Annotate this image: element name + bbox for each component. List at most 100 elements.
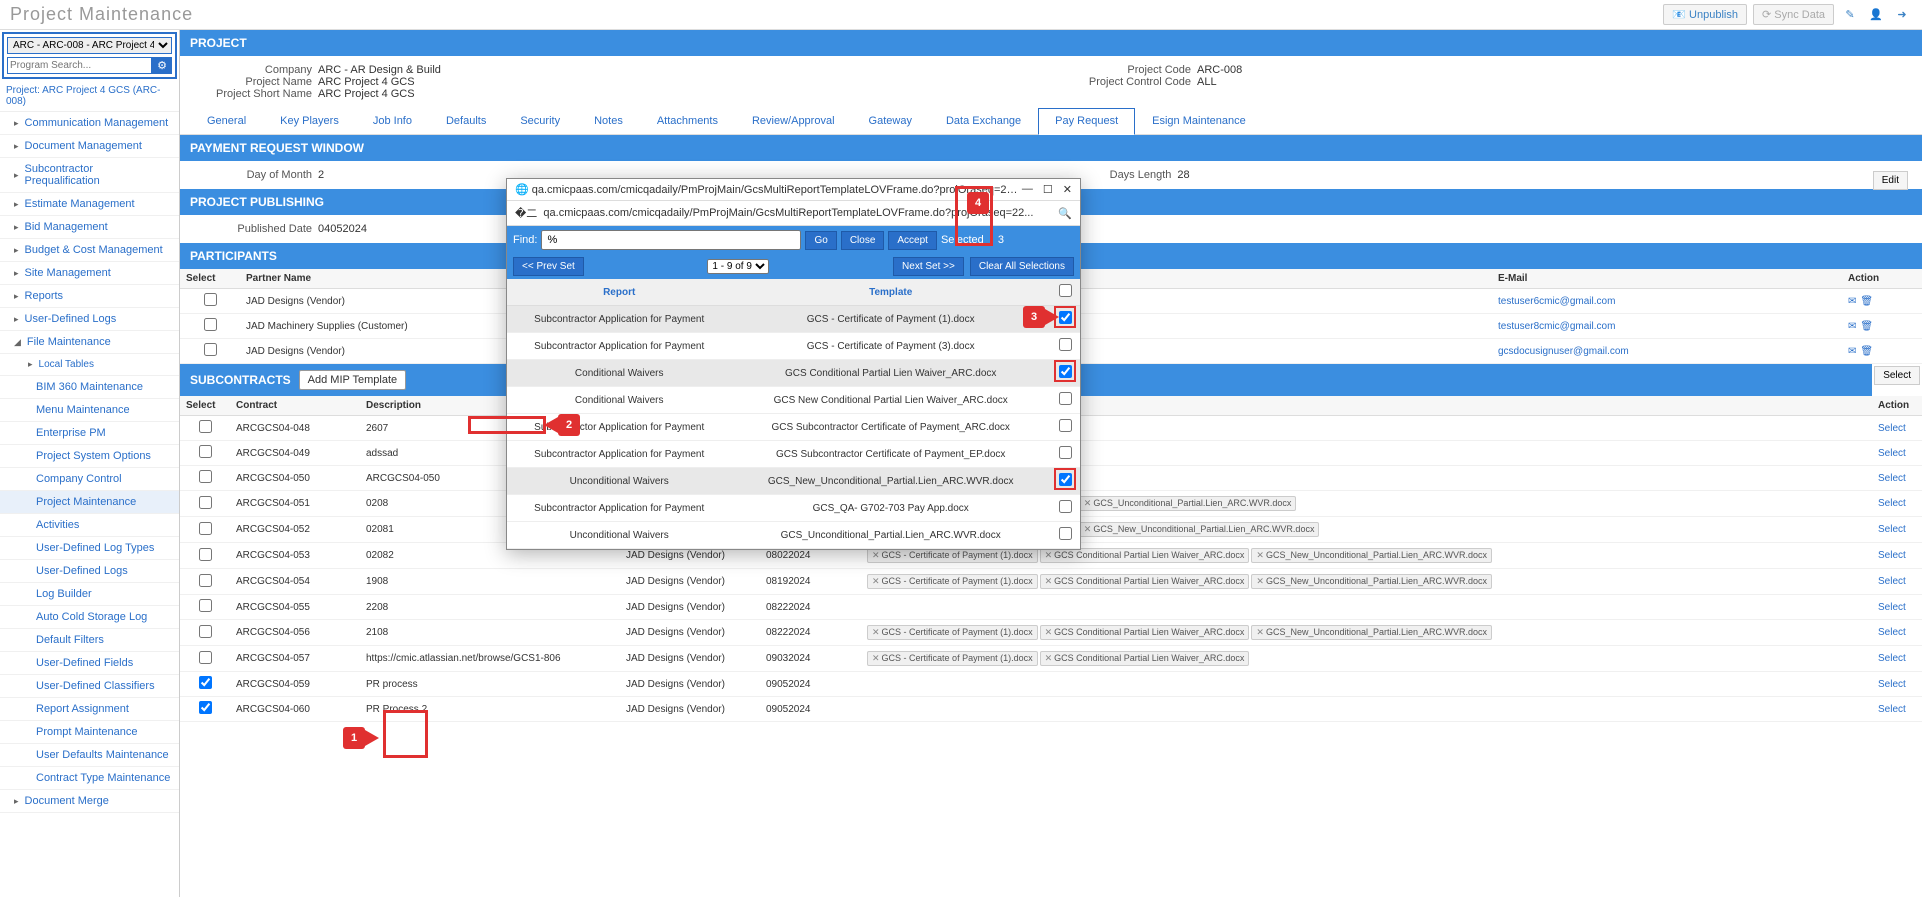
zoom-icon[interactable]: 🔍	[1058, 207, 1072, 220]
trash-icon[interactable]: 🗑	[1860, 321, 1873, 332]
row-checkbox[interactable]	[1059, 527, 1072, 540]
modal-row[interactable]: Subcontractor Application for PaymentGCS…	[507, 414, 1080, 441]
nav-item[interactable]: ▸Bid Management	[0, 216, 179, 239]
row-checkbox[interactable]	[1059, 392, 1072, 405]
row-checkbox[interactable]	[204, 343, 217, 356]
tab[interactable]: Notes	[577, 108, 640, 134]
nav-sub-item[interactable]: Report Assignment	[0, 698, 179, 721]
view-site-icon[interactable]: �二	[515, 205, 537, 221]
row-checkbox[interactable]	[199, 522, 212, 535]
row-checkbox[interactable]	[199, 420, 212, 433]
row-checkbox[interactable]	[204, 318, 217, 331]
edit-icon[interactable]: ✎	[1840, 5, 1860, 25]
find-input[interactable]	[541, 230, 801, 250]
row-checkbox[interactable]	[1059, 446, 1072, 459]
select-link[interactable]: Select	[1878, 448, 1906, 459]
modal-row[interactable]: Conditional WaiversGCS New Conditional P…	[507, 387, 1080, 414]
template-tag[interactable]: ✕GCS Conditional Partial Lien Waiver_ARC…	[1040, 651, 1250, 666]
nav-sub-item[interactable]: Contract Type Maintenance	[0, 767, 179, 790]
nav-sub-item[interactable]: Project Maintenance	[0, 491, 179, 514]
email-link[interactable]: gcsdocusignuser@gmail.com	[1498, 346, 1629, 357]
template-tag[interactable]: ✕GCS_New_Unconditional_Partial.Lien_ARC.…	[1251, 548, 1492, 563]
tab[interactable]: Data Exchange	[929, 108, 1038, 134]
maximize-icon[interactable]: ☐	[1043, 183, 1053, 196]
template-tag[interactable]: ✕GCS - Certificate of Payment (1).docx	[867, 574, 1038, 589]
nav-sub-item[interactable]: Company Control	[0, 468, 179, 491]
nav-sub-item[interactable]: Menu Maintenance	[0, 399, 179, 422]
row-checkbox[interactable]	[204, 293, 217, 306]
tab[interactable]: Gateway	[852, 108, 929, 134]
user-icon[interactable]: 👤	[1866, 5, 1886, 25]
nav-sub-item[interactable]: User-Defined Log Types	[0, 537, 179, 560]
tab[interactable]: Defaults	[429, 108, 503, 134]
project-select[interactable]: ARC - ARC-008 - ARC Project 4 GCS	[7, 37, 172, 54]
template-tag[interactable]: ✕GCS - Certificate of Payment (1).docx	[867, 548, 1038, 563]
row-checkbox[interactable]	[199, 651, 212, 664]
minimize-icon[interactable]: —	[1022, 183, 1033, 196]
modal-row[interactable]: Conditional WaiversGCS Conditional Parti…	[507, 360, 1080, 387]
modal-row[interactable]: Unconditional WaiversGCS_Unconditional_P…	[507, 522, 1080, 549]
trash-icon[interactable]: 🗑	[1860, 296, 1873, 307]
select-all-checkbox[interactable]	[1059, 284, 1072, 297]
modal-row[interactable]: Subcontractor Application for PaymentGCS…	[507, 306, 1080, 333]
nav-sub-item[interactable]: Project System Options	[0, 445, 179, 468]
template-tag[interactable]: ✕GCS - Certificate of Payment (1).docx	[867, 651, 1038, 666]
nav-sub-item[interactable]: User-Defined Fields	[0, 652, 179, 675]
tab[interactable]: Pay Request	[1038, 108, 1135, 135]
row-checkbox[interactable]	[199, 574, 212, 587]
program-search-input[interactable]	[7, 57, 152, 74]
select-link[interactable]: Select	[1878, 498, 1906, 509]
envelope-icon[interactable]: ✉	[1848, 346, 1856, 357]
modal-row[interactable]: Subcontractor Application for PaymentGCS…	[507, 495, 1080, 522]
next-set-button[interactable]: Next Set >>	[893, 257, 964, 276]
nav-sub-item[interactable]: Enterprise PM	[0, 422, 179, 445]
nav-file-maintenance[interactable]: ◢File Maintenance	[0, 331, 179, 354]
modal-row[interactable]: Subcontractor Application for PaymentGCS…	[507, 441, 1080, 468]
row-checkbox[interactable]	[1059, 500, 1072, 513]
tab[interactable]: Esign Maintenance	[1135, 108, 1263, 134]
tab[interactable]: General	[190, 108, 263, 134]
select-link[interactable]: Select	[1878, 550, 1906, 561]
modal-row[interactable]: Subcontractor Application for PaymentGCS…	[507, 333, 1080, 360]
select-link[interactable]: Select	[1878, 524, 1906, 535]
nav-local-tables[interactable]: ▸Local Tables	[0, 354, 179, 376]
go-button[interactable]: Go	[805, 231, 836, 250]
nav-item[interactable]: ▸Subcontractor Prequalification	[0, 158, 179, 193]
template-tag[interactable]: ✕GCS_New_Unconditional_Partial.Lien_ARC.…	[1251, 625, 1492, 640]
nav-item[interactable]: ▸Budget & Cost Management	[0, 239, 179, 262]
search-gear-button[interactable]: ⚙	[152, 57, 172, 74]
nav-sub-item[interactable]: Auto Cold Storage Log	[0, 606, 179, 629]
tab[interactable]: Attachments	[640, 108, 735, 134]
accept-button[interactable]: Accept	[888, 231, 937, 250]
add-mip-template-button[interactable]: Add MIP Template	[299, 370, 406, 390]
nav-sub-item[interactable]: BIM 360 Maintenance	[0, 376, 179, 399]
nav-item[interactable]: ▸Document Management	[0, 135, 179, 158]
close-button[interactable]: Close	[841, 231, 885, 250]
template-tag[interactable]: ✕GCS_New_Unconditional_Partial.Lien_ARC.…	[1251, 574, 1492, 589]
nav-item[interactable]: ▸Site Management	[0, 262, 179, 285]
row-checkbox[interactable]	[1059, 338, 1072, 351]
template-tag[interactable]: ✕GCS_Unconditional_Partial.Lien_ARC.WVR.…	[1079, 496, 1297, 511]
row-checkbox[interactable]	[199, 496, 212, 509]
edit-button[interactable]: Edit	[1873, 171, 1908, 190]
row-checkbox[interactable]	[199, 701, 212, 714]
nav-item[interactable]: ▸User-Defined Logs	[0, 308, 179, 331]
template-tag[interactable]: ✕GCS Conditional Partial Lien Waiver_ARC…	[1040, 574, 1250, 589]
select-link[interactable]: Select	[1878, 627, 1906, 638]
nav-sub-item[interactable]: Default Filters	[0, 629, 179, 652]
nav-item[interactable]: ▸Reports	[0, 285, 179, 308]
nav-sub-item[interactable]: User-Defined Logs	[0, 560, 179, 583]
template-tag[interactable]: ✕GCS Conditional Partial Lien Waiver_ARC…	[1040, 548, 1250, 563]
select-link[interactable]: Select	[1878, 602, 1906, 613]
range-select[interactable]: 1 - 9 of 9	[707, 259, 769, 274]
template-tag[interactable]: ✕GCS_New_Unconditional_Partial.Lien_ARC.…	[1079, 522, 1320, 537]
select-link[interactable]: Select	[1878, 704, 1906, 715]
nav-sub-item[interactable]: Prompt Maintenance	[0, 721, 179, 744]
trash-icon[interactable]: 🗑	[1860, 346, 1873, 357]
unpublish-button[interactable]: 📧 Unpublish	[1663, 4, 1747, 25]
nav-item[interactable]: ▸Communication Management	[0, 112, 179, 135]
row-checkbox[interactable]	[199, 599, 212, 612]
tab[interactable]: Key Players	[263, 108, 356, 134]
email-link[interactable]: testuser8cmic@gmail.com	[1498, 321, 1615, 332]
logout-icon[interactable]: ➜	[1892, 5, 1912, 25]
